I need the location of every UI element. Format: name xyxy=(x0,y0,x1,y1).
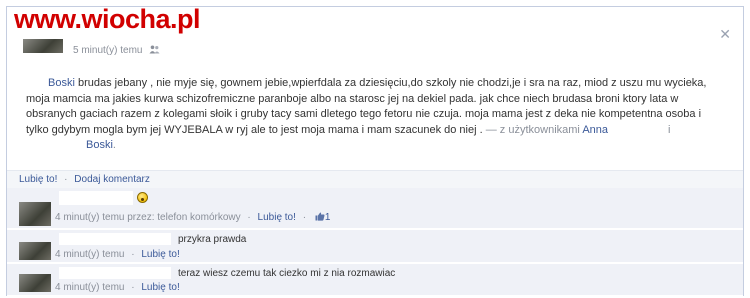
post-actions-bar: Lubię to! · Dodaj komentarz xyxy=(7,170,743,189)
separator: · xyxy=(247,212,251,223)
mention-link[interactable]: Boski xyxy=(48,77,75,89)
comment-like-link[interactable]: Lubię to! xyxy=(258,212,296,223)
comment-1: 4 minut(y) temu przez: telefon komórkowy… xyxy=(7,188,743,229)
thumbs-up-icon[interactable] xyxy=(315,212,325,221)
add-comment-link[interactable]: Dodaj komentarz xyxy=(74,174,150,185)
author-avatar[interactable] xyxy=(23,39,63,53)
post-meta: 5 minut(y) temu xyxy=(73,45,160,56)
comment-timestamp[interactable]: 4 minut(y) temu xyxy=(55,282,124,293)
surprised-emoji-icon xyxy=(137,192,148,203)
post-card: 5 minut(y) temu ✕ Boski brudas jebany , … xyxy=(6,6,744,296)
tagged-user-2[interactable]: Boski xyxy=(86,139,113,151)
separator: · xyxy=(131,249,135,260)
redacted-commenter xyxy=(59,267,171,279)
tag-prefix: — z użytkownikami xyxy=(482,123,583,136)
separator: · xyxy=(64,174,68,185)
comment-meta: 4 minut(y) temu · Lubię to! xyxy=(55,282,180,293)
comment-like-link[interactable]: Lubię to! xyxy=(141,249,179,260)
post-timestamp[interactable]: 5 minut(y) temu xyxy=(73,45,142,56)
post-body: Boski brudas jebany , nie myje się, gown… xyxy=(26,76,716,154)
comment-like-link[interactable]: Lubię to! xyxy=(141,282,179,293)
close-icon[interactable]: ✕ xyxy=(719,27,731,41)
like-count[interactable]: 1 xyxy=(325,212,331,223)
comment-avatar[interactable] xyxy=(19,202,51,226)
separator: · xyxy=(302,212,307,223)
redacted-commenter xyxy=(59,233,171,245)
tagged-user-1[interactable]: Anna xyxy=(582,124,608,136)
comment-meta: 4 minut(y) temu przez: telefon komórkowy… xyxy=(55,212,330,223)
comment-avatar[interactable] xyxy=(19,242,51,260)
separator: · xyxy=(131,282,135,293)
comment-3: teraz wiesz czemu tak ciezko mi z nia ro… xyxy=(7,264,743,296)
comment-avatar[interactable] xyxy=(19,274,51,292)
comment-timestamp[interactable]: 4 minut(y) temu przez: telefon komórkowy xyxy=(55,212,241,223)
tag-and: i xyxy=(668,123,671,136)
comment-timestamp[interactable]: 4 minut(y) temu xyxy=(55,249,124,260)
comment-text: przykra prawda xyxy=(178,234,247,245)
redacted-commenter xyxy=(59,191,133,205)
comment-meta: 4 minut(y) temu · Lubię to! xyxy=(55,249,180,260)
people-icon[interactable] xyxy=(149,45,160,54)
comment-text: teraz wiesz czemu tak ciezko mi z nia ro… xyxy=(178,268,396,279)
tag-suffix: . xyxy=(112,139,116,151)
comment-2: przykra prawda 4 minut(y) temu · Lubię t… xyxy=(7,230,743,263)
like-link[interactable]: Lubię to! xyxy=(19,174,57,185)
site-watermark: www.wiocha.pl xyxy=(14,4,201,34)
